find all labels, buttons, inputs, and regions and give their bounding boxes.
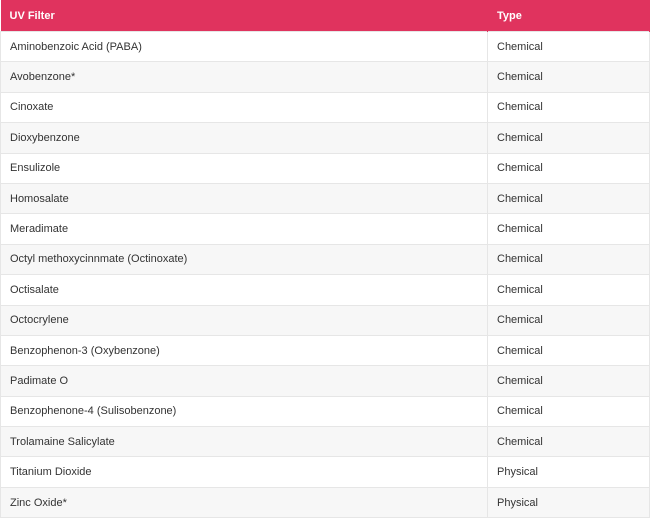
table-body: Aminobenzoic Acid (PABA) Chemical Avoben… (0, 30, 650, 518)
type-cell: Chemical (487, 213, 650, 245)
uv-filter-cell: Avobenzone* (0, 61, 488, 93)
type-cell: Chemical (487, 152, 650, 184)
uv-filter-table-container: UV Filter Type Aminobenzoic Acid (PABA) … (0, 0, 650, 519)
table-row: Homosalate Chemical (0, 182, 650, 214)
type-cell: Chemical (487, 334, 650, 366)
type-cell: Chemical (487, 365, 650, 397)
type-cell: Chemical (487, 274, 650, 306)
uv-filter-cell: Ensulizole (0, 152, 488, 184)
uv-filter-cell: Benzophenone-4 (Sulisobenzone) (0, 395, 488, 427)
uv-filter-cell: Dioxybenzone (0, 122, 488, 154)
table-row: Titanium Dioxide Physical (0, 456, 650, 488)
table-row: Benzophenone-4 (Sulisobenzone) Chemical (0, 395, 650, 427)
table-header: UV Filter Type (0, 0, 650, 32)
uv-filter-cell: Aminobenzoic Acid (PABA) (0, 30, 488, 62)
uv-filter-cell: Benzophenon-3 (Oxybenzone) (0, 334, 488, 366)
type-cell: Physical (487, 486, 650, 518)
uv-filter-cell: Homosalate (0, 182, 488, 214)
table-row: Dioxybenzone Chemical (0, 122, 650, 154)
table-row: Avobenzone* Chemical (0, 61, 650, 93)
table-row: Ensulizole Chemical (0, 152, 650, 184)
table-row: Octyl methoxycinnmate (Octinoxate) Chemi… (0, 243, 650, 275)
type-cell: Chemical (487, 61, 650, 93)
uv-filter-cell: Octocrylene (0, 304, 488, 336)
uv-filter-cell: Cinoxate (0, 91, 488, 123)
uv-filter-cell: Titanium Dioxide (0, 456, 488, 488)
type-cell: Chemical (487, 426, 650, 457)
column-header-uv-filter: UV Filter (0, 0, 488, 32)
table-row: Meradimate Chemical (0, 213, 650, 245)
table-header-row: UV Filter Type (0, 0, 650, 32)
table-row: Aminobenzoic Acid (PABA) Chemical (0, 30, 650, 62)
type-cell: Chemical (487, 243, 650, 275)
uv-filter-cell: Octisalate (0, 274, 488, 306)
uv-filter-cell: Trolamaine Salicylate (0, 426, 488, 457)
table-row: Trolamaine Salicylate Chemical (0, 426, 650, 457)
table-row: Padimate O Chemical (0, 365, 650, 397)
type-cell: Chemical (487, 122, 650, 154)
type-cell: Chemical (487, 30, 650, 62)
table-row: Octocrylene Chemical (0, 304, 650, 336)
table-row: Cinoxate Chemical (0, 91, 650, 123)
uv-filter-cell: Octyl methoxycinnmate (Octinoxate) (0, 243, 488, 275)
type-cell: Chemical (487, 91, 650, 123)
type-cell: Chemical (487, 304, 650, 336)
type-cell: Chemical (487, 395, 650, 427)
type-cell: Chemical (487, 182, 650, 214)
uv-filter-cell: Meradimate (0, 213, 488, 245)
table-row: Zinc Oxide* Physical (0, 486, 650, 518)
column-header-type: Type (487, 0, 650, 32)
table-row: Benzophenon-3 (Oxybenzone) Chemical (0, 334, 650, 366)
uv-filter-cell: Padimate O (0, 365, 488, 397)
uv-filter-cell: Zinc Oxide* (0, 486, 488, 518)
uv-filter-table: UV Filter Type Aminobenzoic Acid (PABA) … (0, 0, 650, 519)
table-row: Octisalate Chemical (0, 274, 650, 306)
type-cell: Physical (487, 456, 650, 488)
